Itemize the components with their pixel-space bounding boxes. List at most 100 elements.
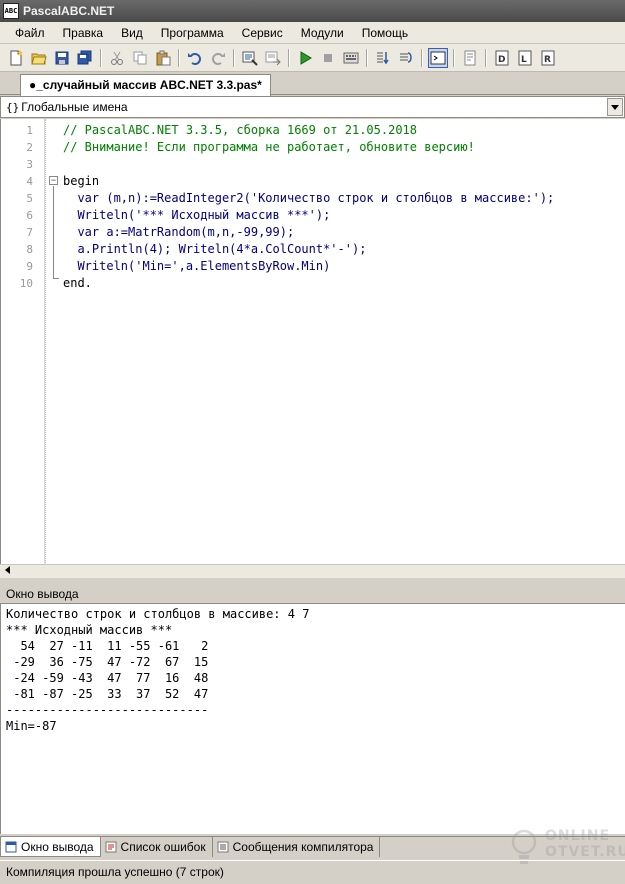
save-all-button[interactable]	[75, 48, 95, 68]
paste-icon	[156, 50, 170, 65]
menu-item-1[interactable]: Правка	[54, 22, 113, 44]
gutter-divider	[45, 119, 46, 577]
find-button[interactable]	[240, 48, 260, 68]
code-editor[interactable]: − 1 // PascalABC.NET 3.3.5, сборка 1669 о…	[0, 119, 625, 577]
output-line: ----------------------------	[6, 703, 209, 717]
code-line: begin	[63, 174, 100, 188]
menu-item-5[interactable]: Модули	[292, 22, 353, 44]
line-number: 9	[26, 260, 33, 273]
line-number: 2	[26, 141, 33, 154]
output-line: *** Исходный массив ***	[6, 623, 173, 637]
toolbar: DLR	[0, 44, 625, 72]
line-number: 1	[26, 124, 33, 137]
watermark-line-2: OTVET.RU	[545, 844, 625, 860]
output-line: -81 -87 -25 33 37 52 47	[6, 687, 209, 701]
namespace-icon: {}	[6, 100, 20, 114]
code-line: a.Println(4); Writeln(4*a.ColCount*'-');	[63, 242, 367, 256]
compile-icon	[343, 52, 358, 63]
run-button[interactable]	[295, 48, 315, 68]
menu-item-4[interactable]: Сервис	[233, 22, 292, 44]
bottom-tab-label: Список ошибок	[120, 840, 206, 854]
code-line: // Внимание! Если программа не работает,…	[63, 140, 475, 154]
toolbar-separator	[288, 48, 289, 67]
scope-dropdown[interactable]: {} Глобальные имена	[0, 96, 625, 118]
stop-button[interactable]	[318, 48, 338, 68]
copy-button[interactable]	[130, 48, 150, 68]
open-folder-icon	[30, 53, 47, 64]
step-over-icon	[399, 51, 412, 63]
undo-icon	[187, 52, 201, 65]
fold-guide	[53, 186, 54, 278]
new-file-button[interactable]	[6, 48, 26, 68]
error-list-icon	[105, 841, 117, 853]
toolbar-separator	[100, 48, 101, 67]
line-number: 7	[26, 226, 33, 239]
code-line: var (m,n):=ReadInteger2('Количество стро…	[63, 191, 555, 205]
code-line: end.	[63, 276, 92, 290]
code-line: // PascalABC.NET 3.3.5, сборка 1669 от 2…	[63, 123, 418, 137]
menu-item-3[interactable]: Программа	[152, 22, 233, 44]
menu-item-2[interactable]: Вид	[112, 22, 152, 44]
editor-horizontal-scrollbar[interactable]	[0, 564, 625, 578]
svg-text:L: L	[521, 55, 527, 65]
bottom-tab-compiler-messages[interactable]: Сообщения компилятора	[213, 837, 381, 857]
bottom-tab-output-window[interactable]: Окно вывода	[0, 837, 101, 857]
redo-button[interactable]	[208, 48, 228, 68]
code-line: Writeln('Min=',a.ElementsByRow.Min)	[63, 259, 331, 273]
compile-button[interactable]	[341, 48, 361, 68]
save-icon	[55, 51, 68, 64]
cut-button[interactable]	[107, 48, 127, 68]
debug-window-icon	[464, 50, 475, 65]
compiler-messages-icon	[217, 841, 229, 853]
fold-toggle-icon[interactable]: −	[49, 176, 58, 185]
paste-button[interactable]	[153, 48, 173, 68]
scroll-left-icon[interactable]	[1, 566, 13, 578]
output-line: 54 27 -11 11 -55 -61 2	[6, 639, 209, 653]
svg-text:R: R	[544, 55, 551, 65]
file-tab-strip: ●_случайный массив ABC.NET 3.3.pas*	[0, 73, 625, 96]
format-code-button[interactable]: D	[492, 48, 512, 68]
line-number: 8	[26, 243, 33, 256]
watermark: ONLINE OTVET.RU	[509, 824, 625, 874]
replace-button[interactable]	[263, 48, 283, 68]
line-number: 5	[26, 192, 33, 205]
file-tab-active[interactable]: ●_случайный массив ABC.NET 3.3.pas*	[20, 74, 271, 96]
bottom-tab-error-list[interactable]: Список ошибок	[101, 837, 213, 857]
app-logo-icon: ABC	[3, 3, 19, 19]
code-line: var a:=MatrRandom(m,n,-99,99);	[63, 225, 295, 239]
menu-bar: Файл Правка Вид Программа Сервис Модули Помощь	[0, 22, 625, 44]
cut-icon	[110, 51, 123, 65]
lightbulb-icon	[511, 829, 537, 864]
console-button[interactable]	[427, 47, 448, 68]
locals-icon: R	[541, 50, 554, 65]
line-number: 6	[26, 209, 33, 222]
line-number: 4	[26, 175, 33, 188]
output-line: Количество строк и столбцов в массиве: 4…	[6, 607, 310, 621]
run-icon	[300, 50, 312, 65]
bottom-tab-label: Окно вывода	[21, 839, 94, 854]
toolbar-separator	[421, 48, 422, 67]
output-line: Min=-87	[6, 719, 57, 733]
svg-text:D: D	[498, 55, 505, 65]
line-number: 10	[19, 277, 33, 290]
output-window[interactable]: Количество строк и столбцов в массиве: 4…	[0, 604, 625, 834]
locals-button[interactable]: R	[538, 48, 558, 68]
title-bar: ABC PascalABC.NET	[0, 0, 625, 22]
menu-item-6[interactable]: Помощь	[353, 22, 417, 44]
output-panel-header: Окно вывода	[0, 584, 625, 604]
copy-icon	[133, 51, 146, 64]
watch-button[interactable]: L	[515, 48, 535, 68]
open-folder-button[interactable]	[29, 48, 49, 68]
step-over-button[interactable]	[396, 48, 416, 68]
chevron-down-icon[interactable]	[607, 98, 623, 116]
replace-icon	[265, 51, 281, 65]
step-into-button[interactable]	[373, 48, 393, 68]
toolbar-separator	[178, 48, 179, 67]
scope-label: Глобальные имена	[21, 100, 128, 114]
undo-button[interactable]	[185, 48, 205, 68]
menu-item-0[interactable]: Файл	[6, 22, 54, 44]
redo-icon	[211, 52, 225, 65]
watch-icon: L	[518, 50, 531, 65]
save-button[interactable]	[52, 48, 72, 68]
debug-window-button[interactable]	[460, 48, 480, 68]
